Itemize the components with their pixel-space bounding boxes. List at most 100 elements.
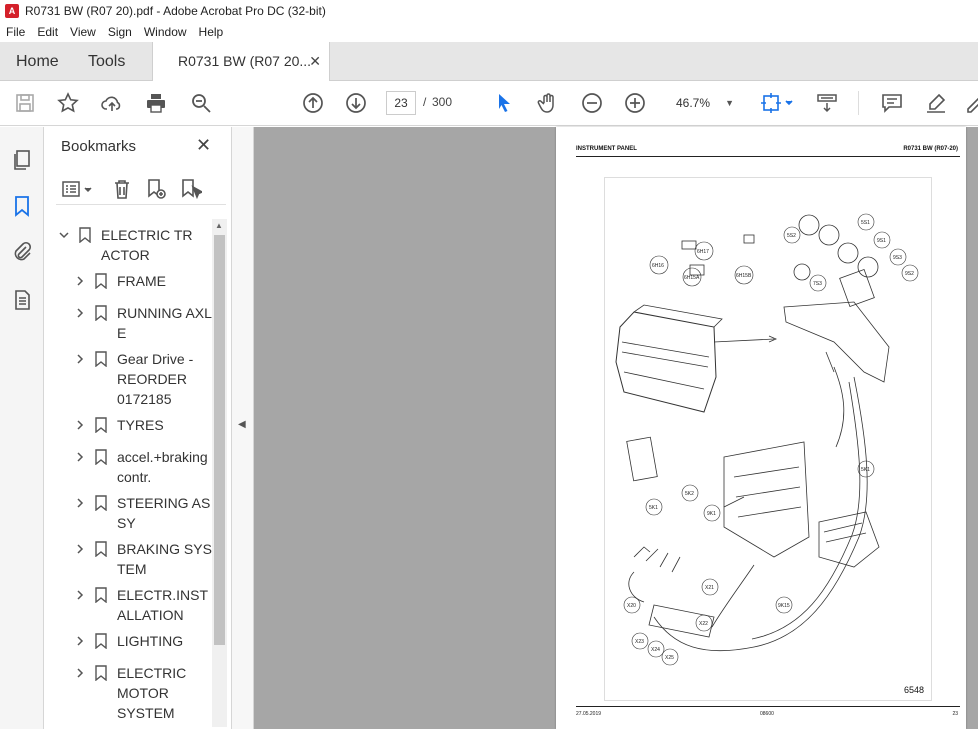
callout-9k1: 9K1 (707, 511, 716, 517)
bookmark-label: ELECTR.INSTALLATION (117, 587, 209, 623)
title-bar: A R0731 BW (R07 20).pdf - Adobe Acrobat … (0, 0, 978, 22)
bookmark-label: FRAME (117, 273, 166, 289)
tab-tools[interactable]: Tools (88, 42, 125, 81)
bookmark-label: BRAKING SYSTEM (117, 541, 212, 577)
callout-7s3: 7S3 (813, 281, 822, 287)
chevron-right-icon[interactable] (74, 667, 86, 679)
bookmark-item-tyres[interactable]: TYRES (44, 415, 214, 435)
bookmark-item-accel-braking[interactable]: accel.+braking contr. (44, 447, 214, 487)
acrobat-app-icon: A (5, 4, 19, 18)
close-panel-icon[interactable]: ✕ (196, 135, 211, 156)
chevron-right-icon[interactable] (74, 451, 86, 463)
find-bookmark-icon[interactable] (178, 177, 204, 201)
bookmark-item-running-axle[interactable]: RUNNING AXLE (44, 303, 214, 343)
highlight-pen-icon[interactable] (924, 91, 948, 115)
callout-x22: X22 (699, 621, 708, 627)
bookmarks-list: ELECTRIC TRACTOR FRAME RUNNING AXLE Gear… (44, 219, 214, 729)
chevron-right-icon[interactable] (74, 589, 86, 601)
menu-file[interactable]: File (0, 25, 31, 39)
page-separator: / (423, 95, 427, 109)
callout-x21: X21 (705, 585, 714, 591)
bookmark-item-steering-assy[interactable]: STEERING ASSY (44, 493, 214, 533)
tab-document-label: R0731 BW (R07 20... (178, 53, 312, 69)
menu-help[interactable]: Help (193, 25, 230, 39)
close-tab-icon[interactable]: ✕ (309, 42, 321, 81)
menu-edit[interactable]: Edit (31, 25, 64, 39)
bookmark-panel-icon[interactable] (10, 194, 34, 218)
star-icon[interactable] (56, 91, 80, 115)
callout-5s2: 5S2 (787, 233, 796, 239)
attachments-paperclip-icon[interactable] (10, 240, 34, 264)
chevron-right-icon[interactable] (74, 635, 86, 647)
bookmark-flag-icon (95, 305, 107, 321)
hand-tool-icon[interactable] (536, 91, 560, 115)
chevron-down-icon: ▼ (725, 98, 734, 108)
panel-collapse-handle[interactable]: ◀ (232, 127, 254, 729)
bookmark-label: accel.+braking contr. (117, 449, 208, 485)
chevron-right-icon[interactable] (74, 307, 86, 319)
scrollbar-thumb[interactable] (214, 235, 225, 645)
zoom-out-icon[interactable] (580, 91, 604, 115)
chevron-right-icon[interactable] (74, 497, 86, 509)
draw-icon[interactable] (964, 91, 978, 115)
document-properties-icon[interactable] (10, 288, 34, 312)
bookmarks-title: Bookmarks (61, 138, 137, 155)
chevron-left-icon[interactable]: ◀ (238, 419, 246, 430)
add-bookmark-icon[interactable] (144, 177, 168, 201)
callout-6h17: 6H17 (697, 249, 709, 255)
zoom-level-select[interactable]: 46.7% ▼ (668, 91, 740, 115)
callout-9k15: 9K15 (778, 603, 790, 609)
print-icon[interactable] (144, 91, 168, 115)
bookmark-item-braking-system[interactable]: BRAKING SYSTEM (44, 539, 214, 579)
tab-home[interactable]: Home (16, 42, 59, 81)
page-number-input[interactable]: 23 (386, 91, 416, 115)
bookmark-label: ELECTRIC TRACTOR (101, 227, 193, 263)
previous-page-icon[interactable] (301, 91, 325, 115)
chevron-right-icon[interactable] (74, 543, 86, 555)
callout-5k1-left: 5K1 (649, 505, 658, 511)
chevron-right-icon[interactable] (74, 419, 86, 431)
bookmark-item-frame[interactable]: FRAME (44, 271, 214, 291)
zoom-in-icon[interactable] (623, 91, 647, 115)
bookmark-item-lighting[interactable]: LIGHTING (44, 631, 214, 651)
fit-page-icon[interactable] (760, 91, 794, 115)
bookmark-item-electr-installation[interactable]: ELECTR.INSTALLATION (44, 585, 214, 625)
bookmark-label: Gear Drive - REORDER 0172185 (117, 351, 194, 407)
page-total: 300 (432, 95, 453, 109)
page-footer-rule (576, 706, 960, 707)
upload-cloud-icon[interactable] (100, 91, 124, 115)
chevron-right-icon[interactable] (74, 275, 86, 287)
callout-x23: X23 (635, 639, 644, 645)
next-page-icon[interactable] (344, 91, 368, 115)
select-cursor-icon[interactable] (492, 91, 516, 115)
document-viewer[interactable]: INSTRUMENT PANEL R0731 BW (R07-20) 6H16 … (254, 127, 978, 729)
bookmark-item-electric-tractor[interactable]: ELECTRIC TRACTOR (44, 225, 214, 265)
callout-x20: X20 (627, 603, 636, 609)
page-header-model: R0731 BW (R07-20) (903, 146, 958, 152)
bookmark-item-gear-drive[interactable]: Gear Drive - REORDER 0172185 (44, 349, 214, 409)
menu-view[interactable]: View (64, 25, 102, 39)
page-header-title: INSTRUMENT PANEL (576, 146, 637, 152)
tab-document[interactable]: R0731 BW (R07 20... ✕ (152, 42, 330, 82)
callout-5k1-right: 5K1 (861, 467, 870, 473)
scroll-up-arrow-icon[interactable]: ▲ (215, 221, 223, 230)
comment-icon[interactable] (880, 91, 904, 115)
chevron-right-icon[interactable] (74, 353, 86, 365)
main-toolbar: 23 / 300 46.7% ▼ (0, 81, 978, 126)
bookmarks-scrollbar[interactable]: ▲ (212, 219, 227, 727)
zoom-search-icon[interactable] (189, 91, 213, 115)
bookmark-flag-icon (95, 417, 107, 433)
bookmark-item-electric-motor-system[interactable]: ELECTRIC MOTOR SYSTEM (44, 663, 214, 723)
menu-window[interactable]: Window (138, 25, 193, 39)
menu-sign[interactable]: Sign (102, 25, 138, 39)
callout-9s3: 9S3 (893, 255, 902, 261)
page-thumbnails-icon[interactable] (10, 148, 34, 172)
chevron-down-icon[interactable] (58, 229, 70, 241)
bookmark-options-icon[interactable] (60, 177, 96, 201)
save-icon[interactable] (13, 91, 37, 115)
bookmark-label: ELECTRIC MOTOR SYSTEM (117, 665, 187, 721)
callout-9s1: 9S1 (877, 238, 886, 244)
delete-bookmark-icon[interactable] (110, 177, 134, 201)
scroll-mode-icon[interactable] (815, 91, 839, 115)
page-footer-code: 08600 (760, 711, 774, 717)
